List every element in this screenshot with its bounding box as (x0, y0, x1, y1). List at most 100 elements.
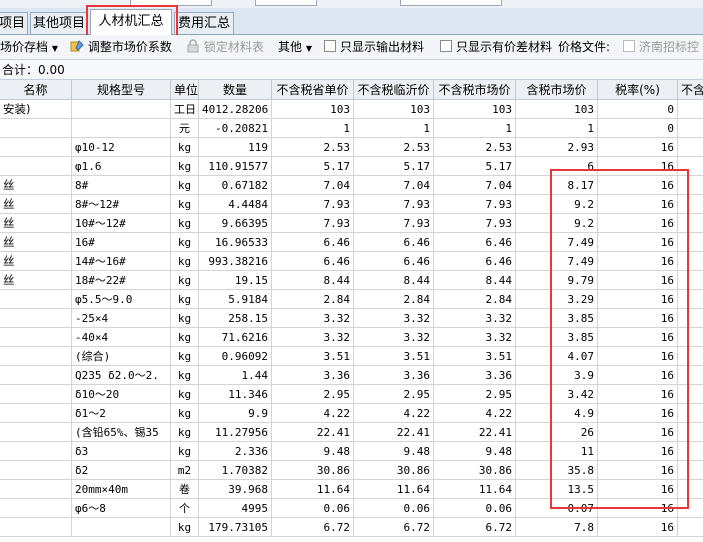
only-price-diff-checkbox[interactable]: 只显示有价差材料 (440, 39, 552, 56)
cell-taxed-market-price[interactable]: 3.29 (516, 290, 598, 309)
cell-name[interactable]: 丝 (0, 195, 72, 214)
tab-cost-summary[interactable]: 费用汇总 (174, 12, 234, 34)
cell-spec[interactable]: -40×4 (72, 328, 171, 347)
cell-spec[interactable]: δ2 (72, 461, 171, 480)
cell-provincial-price[interactable]: 3.36 (272, 366, 354, 385)
cell-qty[interactable]: 2.336 (199, 442, 272, 461)
table-row[interactable]: δ1～2 kg 9.9 4.22 4.22 4.22 4.9 16 (0, 404, 703, 423)
cell-tax-rate[interactable]: 16 (598, 423, 678, 442)
checkbox-icon[interactable] (324, 40, 336, 52)
cell-excl[interactable] (678, 176, 703, 195)
cell-excl[interactable] (678, 233, 703, 252)
cell-spec[interactable]: δ3 (72, 442, 171, 461)
cell-spec[interactable]: 16# (72, 233, 171, 252)
cell-name[interactable]: 丝 (0, 233, 72, 252)
cell-name[interactable] (0, 480, 72, 499)
cell-linyi-price[interactable]: 7.93 (354, 214, 434, 233)
cell-tax-rate[interactable]: 16 (598, 195, 678, 214)
cell-name[interactable] (0, 461, 72, 480)
cell-spec[interactable] (72, 119, 171, 138)
cell-spec[interactable] (72, 518, 171, 537)
cell-spec[interactable] (72, 100, 171, 119)
cell-linyi-price[interactable]: 0.06 (354, 499, 434, 518)
cell-linyi-price[interactable]: 30.86 (354, 461, 434, 480)
cell-qty[interactable]: 258.15 (199, 309, 272, 328)
cell-qty[interactable]: 11.27956 (199, 423, 272, 442)
cell-market-price[interactable]: 2.84 (434, 290, 516, 309)
cell-taxed-market-price[interactable]: 3.42 (516, 385, 598, 404)
cell-qty[interactable]: 1.44 (199, 366, 272, 385)
cell-excl[interactable] (678, 290, 703, 309)
cell-excl[interactable] (678, 404, 703, 423)
cell-qty[interactable]: 1.70382 (199, 461, 272, 480)
cell-provincial-price[interactable]: 30.86 (272, 461, 354, 480)
cell-name[interactable]: 丝 (0, 271, 72, 290)
cell-taxed-market-price[interactable]: 2.93 (516, 138, 598, 157)
cell-unit[interactable]: kg (171, 423, 199, 442)
cell-name[interactable] (0, 499, 72, 518)
cell-market-price[interactable]: 5.17 (434, 157, 516, 176)
cell-tax-rate[interactable]: 16 (598, 442, 678, 461)
col-header-linyi-price[interactable]: 不含税临沂价 (354, 80, 434, 100)
cell-tax-rate[interactable]: 16 (598, 290, 678, 309)
cell-spec[interactable]: (含铅65%、锡35 (72, 423, 171, 442)
cell-taxed-market-price[interactable]: 3.9 (516, 366, 598, 385)
cell-unit[interactable]: 工日 (171, 100, 199, 119)
cell-name[interactable] (0, 347, 72, 366)
cell-taxed-market-price[interactable]: 3.85 (516, 328, 598, 347)
tab-other-items[interactable]: 其他项目 (30, 12, 88, 34)
cell-market-price[interactable]: 30.86 (434, 461, 516, 480)
cell-excl[interactable] (678, 138, 703, 157)
cell-unit[interactable]: kg (171, 233, 199, 252)
cell-linyi-price[interactable]: 11.64 (354, 480, 434, 499)
cell-unit[interactable]: kg (171, 176, 199, 195)
table-row[interactable]: φ6～8 个 4995 0.06 0.06 0.06 0.07 16 (0, 499, 703, 518)
cell-provincial-price[interactable]: 2.95 (272, 385, 354, 404)
cell-unit[interactable]: kg (171, 347, 199, 366)
table-row[interactable]: δ3 kg 2.336 9.48 9.48 9.48 11 16 (0, 442, 703, 461)
cell-market-price[interactable]: 1 (434, 119, 516, 138)
cell-taxed-market-price[interactable]: 0.07 (516, 499, 598, 518)
cell-taxed-market-price[interactable]: 9.2 (516, 195, 598, 214)
cell-name[interactable] (0, 442, 72, 461)
checkbox-icon[interactable] (440, 40, 452, 52)
cell-linyi-price[interactable]: 6.46 (354, 233, 434, 252)
cell-linyi-price[interactable]: 6.46 (354, 252, 434, 271)
cell-tax-rate[interactable]: 0 (598, 119, 678, 138)
cell-provincial-price[interactable]: 11.64 (272, 480, 354, 499)
col-header-spec[interactable]: 规格型号 (72, 80, 171, 100)
table-row[interactable]: kg 179.73105 6.72 6.72 6.72 7.8 16 (0, 518, 703, 537)
cell-unit[interactable]: kg (171, 252, 199, 271)
table-row[interactable]: φ10-12 kg 119 2.53 2.53 2.53 2.93 16 (0, 138, 703, 157)
cell-unit[interactable]: kg (171, 385, 199, 404)
cell-spec[interactable]: 8#～12# (72, 195, 171, 214)
cell-taxed-market-price[interactable]: 4.9 (516, 404, 598, 423)
cell-excl[interactable] (678, 347, 703, 366)
cell-tax-rate[interactable]: 16 (598, 385, 678, 404)
cell-linyi-price[interactable]: 1 (354, 119, 434, 138)
cell-qty[interactable]: 16.96533 (199, 233, 272, 252)
cell-name[interactable] (0, 138, 72, 157)
cell-provincial-price[interactable]: 8.44 (272, 271, 354, 290)
table-row[interactable]: 安装) 工日 4012.28206 103 103 103 103 0 (0, 100, 703, 119)
cell-linyi-price[interactable]: 3.51 (354, 347, 434, 366)
cell-name[interactable] (0, 366, 72, 385)
cell-taxed-market-price[interactable]: 13.5 (516, 480, 598, 499)
cell-unit[interactable]: 元 (171, 119, 199, 138)
cell-provincial-price[interactable]: 7.93 (272, 195, 354, 214)
cell-spec[interactable]: 10#～12# (72, 214, 171, 233)
cell-unit[interactable]: kg (171, 157, 199, 176)
cell-name[interactable] (0, 385, 72, 404)
cell-spec[interactable]: 8# (72, 176, 171, 195)
cell-linyi-price[interactable]: 5.17 (354, 157, 434, 176)
table-row[interactable]: φ1.6 kg 110.91577 5.17 5.17 5.17 6 16 (0, 157, 703, 176)
cell-tax-rate[interactable]: 16 (598, 518, 678, 537)
cell-qty[interactable]: 4995 (199, 499, 272, 518)
cell-provincial-price[interactable]: 2.53 (272, 138, 354, 157)
cell-linyi-price[interactable]: 3.36 (354, 366, 434, 385)
cell-taxed-market-price[interactable]: 103 (516, 100, 598, 119)
table-row[interactable]: Q235 δ2.0～2. kg 1.44 3.36 3.36 3.36 3.9 16 (0, 366, 703, 385)
cell-name[interactable] (0, 157, 72, 176)
tab-labor-material-summary[interactable]: 人材机汇总 (90, 9, 172, 35)
table-row[interactable]: 丝 8#～12# kg 4.4484 7.93 7.93 7.93 9.2 16 (0, 195, 703, 214)
